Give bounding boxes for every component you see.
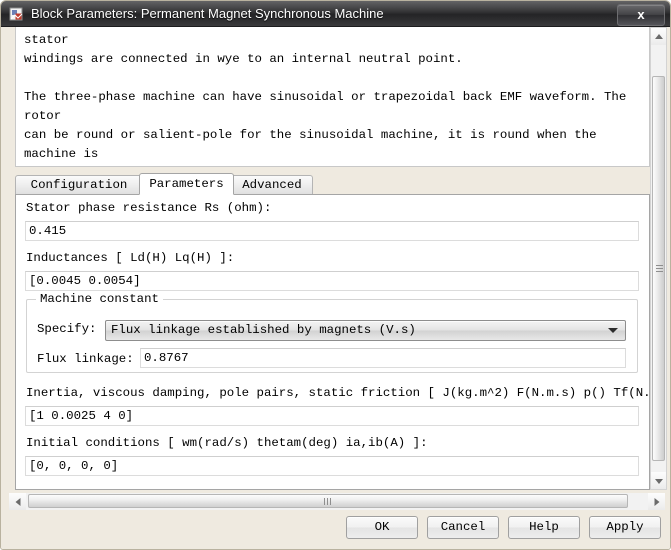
- dialog-footer: https://blog.csdn.net/sy243701101 OK Can…: [1, 510, 670, 549]
- inductances-label: Inductances [ Ld(H) Lq(H) ]:: [26, 251, 235, 265]
- apply-button[interactable]: Apply: [589, 516, 661, 539]
- inductances-input[interactable]: [25, 271, 639, 291]
- title-bar[interactable]: Block Parameters: Permanent Magnet Synch…: [1, 1, 670, 27]
- triangle-right-icon: [654, 497, 659, 506]
- initial-conditions-label: Initial conditions [ wm(rad/s) thetam(de…: [26, 436, 428, 450]
- vertical-scrollbar-thumb[interactable]: [652, 76, 665, 461]
- triangle-up-icon: [654, 33, 663, 39]
- chevron-down-icon: [608, 328, 618, 333]
- parameters-tab-panel: Stator phase resistance Rs (ohm): Induct…: [15, 194, 650, 490]
- inertia-input[interactable]: [25, 406, 639, 426]
- description-pane: Implements a three phase or a five phase…: [15, 27, 650, 167]
- block-parameters-dialog: Block Parameters: Permanent Magnet Synch…: [0, 0, 671, 550]
- scrollbar-grip-icon: [324, 498, 332, 505]
- flux-linkage-label: Flux linkage:: [37, 352, 134, 366]
- horizontal-scrollbar-thumb[interactable]: [28, 494, 628, 508]
- scroll-right-button[interactable]: [648, 493, 665, 510]
- flux-linkage-input[interactable]: [140, 348, 626, 368]
- triangle-left-icon: [15, 497, 20, 506]
- triangle-down-icon: [654, 478, 663, 484]
- initial-conditions-input[interactable]: [25, 456, 639, 476]
- ok-button[interactable]: OK: [346, 516, 418, 539]
- help-button[interactable]: Help: [508, 516, 580, 539]
- scroll-down-button[interactable]: [651, 472, 666, 489]
- block-parameters-icon: [9, 7, 23, 21]
- tab-configuration[interactable]: Configuration: [15, 175, 143, 195]
- tab-strip: Configuration Parameters Advanced: [15, 173, 650, 195]
- specify-dropdown-value: Flux linkage established by magnets (V.s…: [111, 323, 416, 337]
- tab-advanced[interactable]: Advanced: [231, 175, 313, 195]
- inertia-label: Inertia, viscous damping, pole pairs, st…: [26, 386, 650, 400]
- specify-dropdown[interactable]: Flux linkage established by magnets (V.s…: [105, 320, 626, 341]
- stator-resistance-label: Stator phase resistance Rs (ohm):: [26, 201, 272, 215]
- description-text: Implements a three phase or a five phase…: [24, 27, 634, 161]
- tab-parameters[interactable]: Parameters: [139, 173, 234, 195]
- close-button[interactable]: x: [617, 4, 665, 26]
- horizontal-scrollbar[interactable]: [9, 493, 665, 510]
- window-title: Block Parameters: Permanent Magnet Synch…: [31, 6, 384, 21]
- specify-label: Specify:: [37, 322, 97, 336]
- scrollbar-grip-icon: [656, 264, 663, 273]
- scroll-left-button[interactable]: [9, 493, 26, 510]
- cancel-button[interactable]: Cancel: [427, 516, 499, 539]
- machine-constant-legend: Machine constant: [36, 292, 163, 306]
- vertical-scrollbar[interactable]: [650, 27, 667, 490]
- machine-constant-group: Machine constant Specify: Flux linkage e…: [26, 292, 638, 373]
- scroll-up-button[interactable]: [651, 28, 666, 45]
- stator-resistance-input[interactable]: [25, 221, 639, 241]
